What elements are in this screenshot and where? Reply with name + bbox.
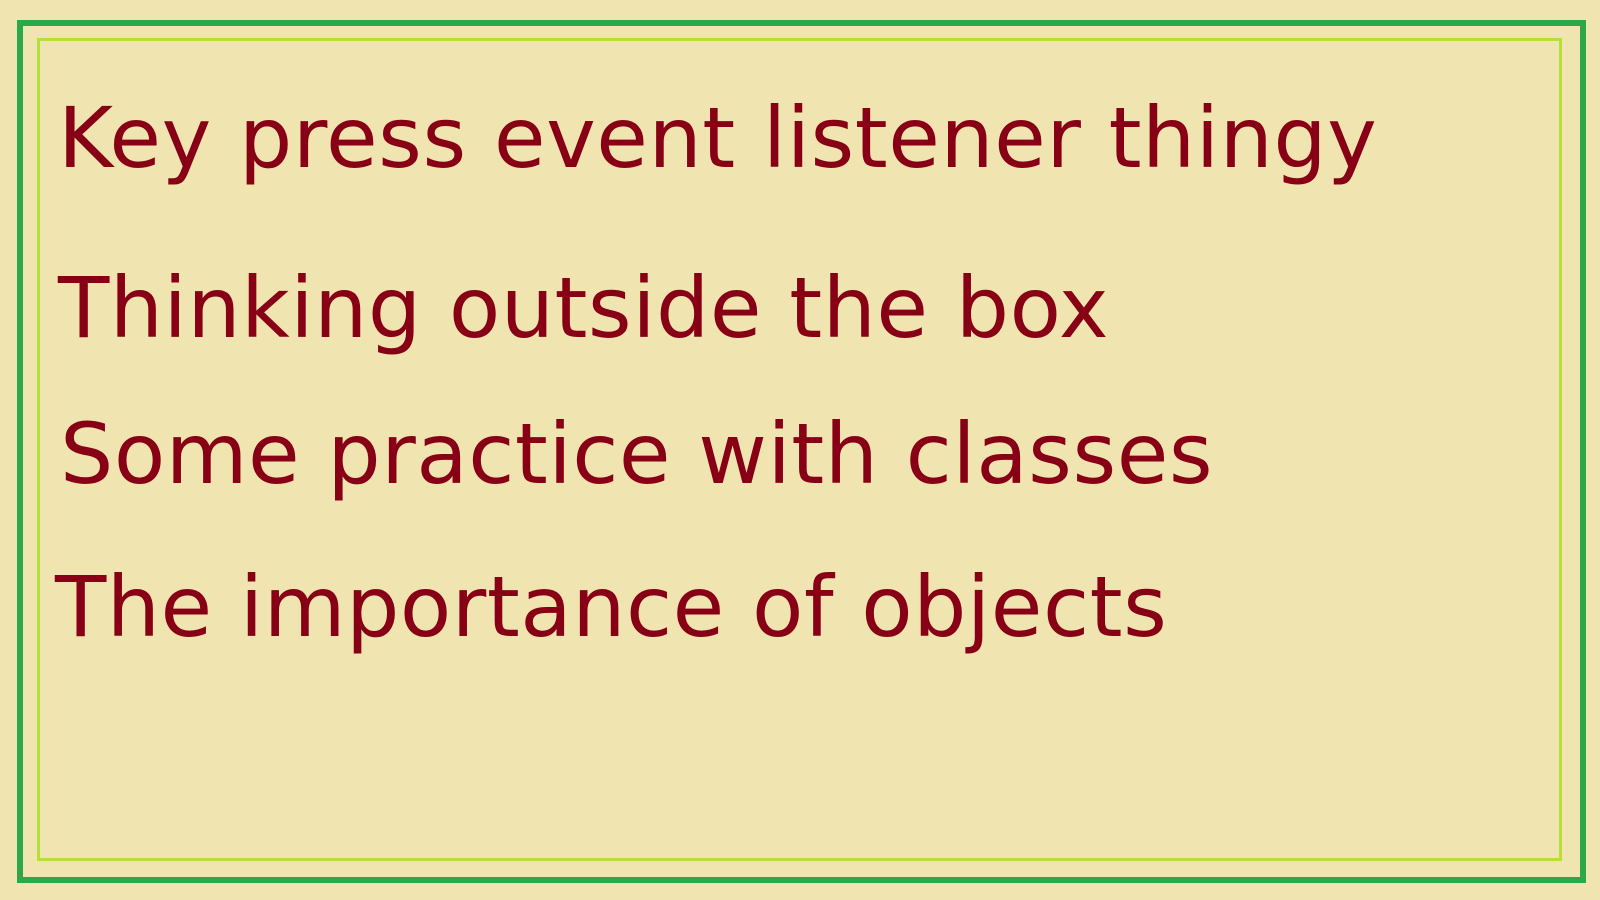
text-line-2: Thinking outside the box [58,259,1110,357]
text-line-1: Key press event listener thingy [58,89,1378,187]
text-line-4: The importance of objects [55,558,1168,656]
text-line-3: Some practice with classes [60,405,1214,503]
